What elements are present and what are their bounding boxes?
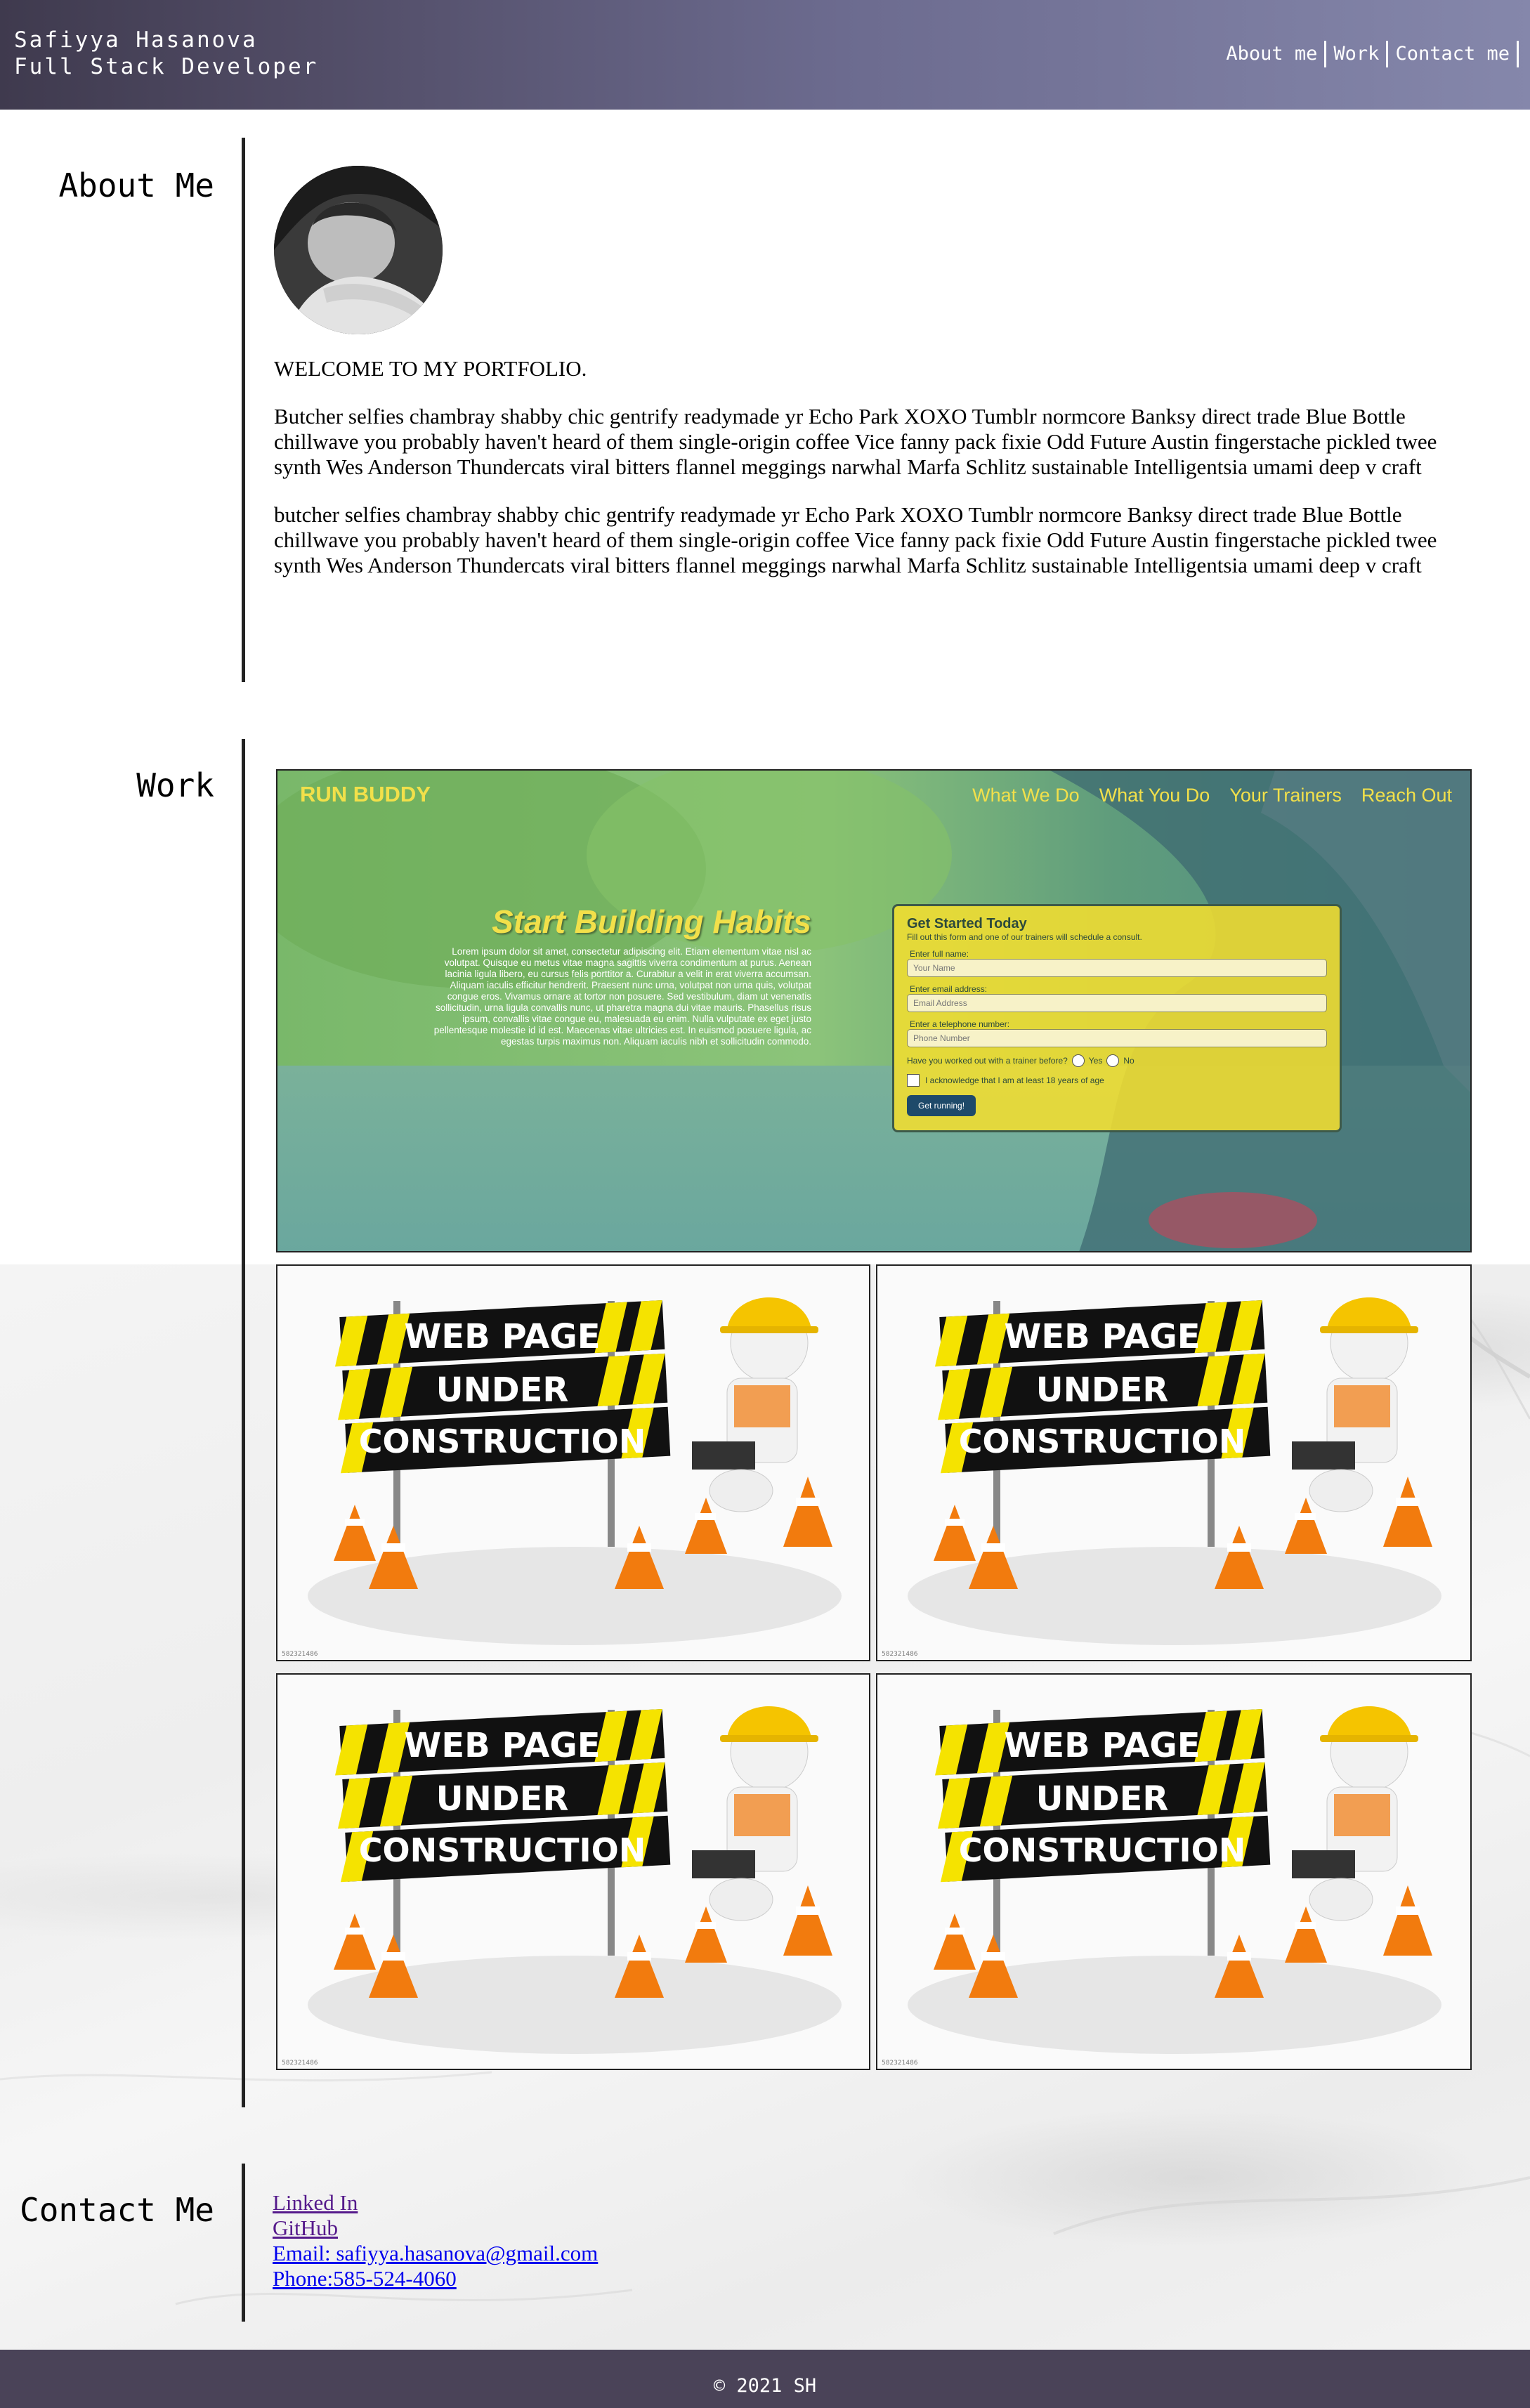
ph4-line3: CONSTRUCTION	[959, 1831, 1246, 1869]
rb-nav-what-we-do[interactable]: What We Do	[972, 785, 1080, 806]
ph2-line3: CONSTRUCTION	[959, 1422, 1246, 1460]
rb-no-label: No	[1123, 1056, 1135, 1066]
rb-form-subtitle: Fill out this form and one of our traine…	[907, 932, 1142, 942]
contact-links: Linked In GitHub Email: safiyya.hasanova…	[273, 2190, 598, 2291]
work-divider	[242, 739, 245, 2107]
ph4-line2: UNDER	[1036, 1779, 1169, 1819]
rb-radio-yes[interactable]	[1071, 1054, 1085, 1067]
welcome-text: WELCOME TO MY PORTFOLIO.	[274, 356, 587, 381]
ph1-stock-id: 582321486	[282, 1651, 318, 1658]
rb-nav-reach-out[interactable]: Reach Out	[1361, 785, 1452, 806]
avatar	[274, 166, 443, 334]
under-construction-image: WEB PAGE UNDER CONSTRUCTION 582321486	[877, 1675, 1470, 2069]
featured-project[interactable]: RUN BUDDY What We Do What You Do Your Tr…	[276, 769, 1472, 1252]
rb-ack-text: I acknowledge that I am at least 18 year…	[925, 1075, 1104, 1085]
rb-nav-trainers[interactable]: Your Trainers	[1229, 785, 1342, 806]
email-link[interactable]: Email: safiyya.hasanova@gmail.com	[273, 2241, 598, 2266]
contact-divider	[242, 2164, 245, 2322]
rb-form-title: Get Started Today	[907, 916, 1027, 931]
site-footer: © 2021 SH	[0, 2350, 1530, 2408]
about-paragraph-2: butcher selfies chambray shabby chic gen…	[274, 502, 1437, 577]
phone-link[interactable]: Phone:585-524-4060	[273, 2266, 598, 2291]
footer-copyright: © 2021 SH	[713, 2375, 817, 2397]
rb-ack-row: I acknowledge that I am at least 18 year…	[907, 1074, 1327, 1087]
rb-brand[interactable]: RUN BUDDY	[300, 782, 431, 807]
rb-radio-no[interactable]	[1106, 1054, 1120, 1067]
ph4-stock-id: 582321486	[882, 2060, 918, 2067]
rb-hero: Start Building Habits Lorem ipsum dolor …	[418, 903, 811, 1047]
project-placeholder-4[interactable]: WEB PAGE UNDER CONSTRUCTION 582321486	[876, 1673, 1472, 2070]
ph3-stock-id: 582321486	[282, 2060, 318, 2067]
work-title: Work	[136, 766, 214, 804]
about-divider	[242, 138, 245, 682]
ph3-line2: UNDER	[436, 1779, 569, 1819]
ph4-line1: WEB PAGE	[1004, 1726, 1200, 1765]
rb-trainer-question: Have you worked out with a trainer befor…	[907, 1054, 1327, 1067]
brand: Safiyya Hasanova Full Stack Developer	[14, 27, 318, 80]
project-placeholder-1[interactable]: WEB PAGE UNDER CONSTRUCTION 582321486	[276, 1264, 870, 1661]
rb-phone-label: Enter a telephone number:	[910, 1019, 1010, 1029]
ph3-line3: CONSTRUCTION	[359, 1831, 646, 1869]
main-nav: About me Work Contact me	[1219, 41, 1519, 67]
rb-hero-text: Lorem ipsum dolor sit amet, consectetur …	[433, 946, 811, 1047]
linkedin-link[interactable]: Linked In	[273, 2190, 598, 2216]
ph2-line1: WEB PAGE	[1004, 1317, 1200, 1356]
site-header: Safiyya Hasanova Full Stack Developer Ab…	[0, 0, 1530, 110]
ph2-stock-id: 582321486	[882, 1651, 918, 1658]
nav-about[interactable]: About me	[1219, 41, 1327, 67]
about-content: WELCOME TO MY PORTFOLIO. Butcher selfies…	[274, 356, 1468, 601]
rb-submit-button[interactable]: Get running!	[907, 1095, 976, 1116]
under-construction-image: WEB PAGE UNDER CONSTRUCTION 582321486	[277, 1675, 869, 2069]
ph1-line2: UNDER	[436, 1370, 569, 1410]
about-title: About Me	[58, 166, 214, 204]
under-construction-image: WEB PAGE UNDER CONSTRUCTION 582321486	[277, 1266, 869, 1660]
rb-name-input[interactable]: Your Name	[907, 959, 1327, 977]
rb-hero-title: Start Building Habits	[492, 903, 811, 940]
rb-email-input[interactable]: Email Address	[907, 994, 1327, 1012]
github-link[interactable]: GitHub	[273, 2216, 598, 2241]
rb-nav: What We Do What You Do Your Trainers Rea…	[972, 785, 1452, 806]
nav-work[interactable]: Work	[1326, 41, 1389, 67]
contact-title: Contact Me	[20, 2191, 214, 2229]
ph1-line1: WEB PAGE	[404, 1317, 600, 1356]
rb-email-label: Enter email address:	[910, 984, 988, 994]
rb-yes-label: Yes	[1088, 1056, 1103, 1066]
ph2-line2: UNDER	[1036, 1370, 1169, 1410]
rb-name-label: Enter full name:	[910, 949, 969, 959]
project-placeholder-2[interactable]: WEB PAGE UNDER CONSTRUCTION 582321486	[876, 1264, 1472, 1661]
about-paragraph-1: Butcher selfies chambray shabby chic gen…	[274, 404, 1437, 479]
ph3-line1: WEB PAGE	[404, 1726, 600, 1765]
under-construction-image: WEB PAGE UNDER CONSTRUCTION 582321486	[877, 1266, 1470, 1660]
rb-ack-checkbox[interactable]	[907, 1074, 920, 1087]
rb-phone-input[interactable]: Phone Number	[907, 1029, 1327, 1047]
brand-name: Safiyya Hasanova	[14, 27, 258, 53]
ph1-line3: CONSTRUCTION	[359, 1422, 646, 1460]
nav-contact[interactable]: Contact me	[1388, 41, 1519, 67]
rb-question-text: Have you worked out with a trainer befor…	[907, 1056, 1068, 1066]
rb-nav-what-you-do[interactable]: What You Do	[1099, 785, 1210, 806]
brand-role: Full Stack Developer	[14, 54, 319, 79]
rb-signup-form: Get Started Today Fill out this form and…	[892, 904, 1342, 1132]
project-placeholder-3[interactable]: WEB PAGE UNDER CONSTRUCTION 582321486	[276, 1673, 870, 2070]
